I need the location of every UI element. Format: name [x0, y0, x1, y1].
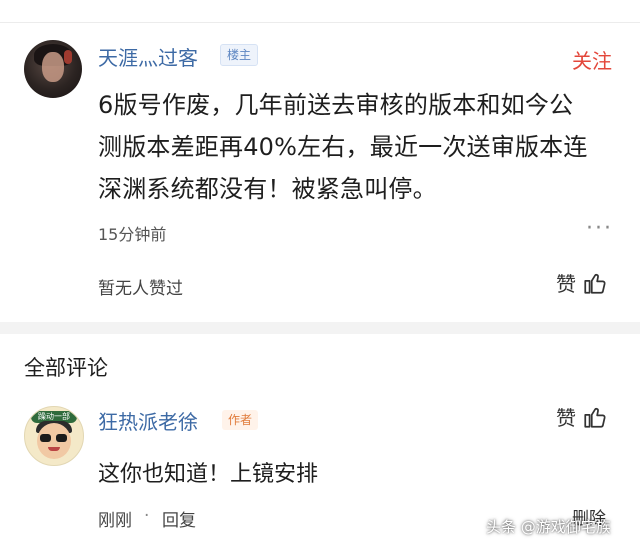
thumbs-up-icon [584, 273, 606, 294]
op-avatar[interactable] [24, 40, 82, 98]
post-time: 15分钟前 [98, 225, 167, 244]
section-separator [0, 322, 640, 334]
post-content-line-2: 测版本差距再40%左右，最近一次送审版本连 [98, 133, 588, 161]
commenter-username[interactable]: 狂热派老徐 [98, 406, 198, 435]
comments-section-title: 全部评论 [24, 356, 108, 380]
thumbs-up-icon [584, 407, 606, 428]
author-badge: 作者 [222, 410, 259, 430]
comment-like-button[interactable]: 赞 [556, 402, 608, 431]
comment-time: 刚刚 [98, 511, 132, 531]
like-label: 赞 [556, 406, 576, 430]
comment-text: 这你也知道！上镜安排 [98, 462, 319, 487]
like-label: 赞 [556, 272, 576, 296]
post-content-line-3: 深渊系统都没有！被紧急叫停。 [98, 175, 437, 203]
meta-separator: · [144, 506, 150, 526]
follow-button[interactable]: 关注 [572, 45, 612, 74]
reply-button[interactable]: 回复 [162, 506, 196, 531]
op-username[interactable]: 天涯灬过客 [98, 42, 198, 71]
watermark: 头条 @游戏御宅族 [486, 518, 611, 536]
post-content-line-1: 6版号作废，几年前送去审核的版本和如今公 [98, 91, 574, 119]
post-like-button[interactable]: 赞 [556, 268, 608, 297]
host-badge: 楼主 [220, 44, 259, 66]
commenter-avatar[interactable]: 躁动一部 [24, 406, 84, 466]
likes-summary: 暂无人赞过 [98, 279, 183, 299]
top-divider [0, 0, 640, 23]
more-options-icon[interactable]: ··· [586, 216, 613, 241]
